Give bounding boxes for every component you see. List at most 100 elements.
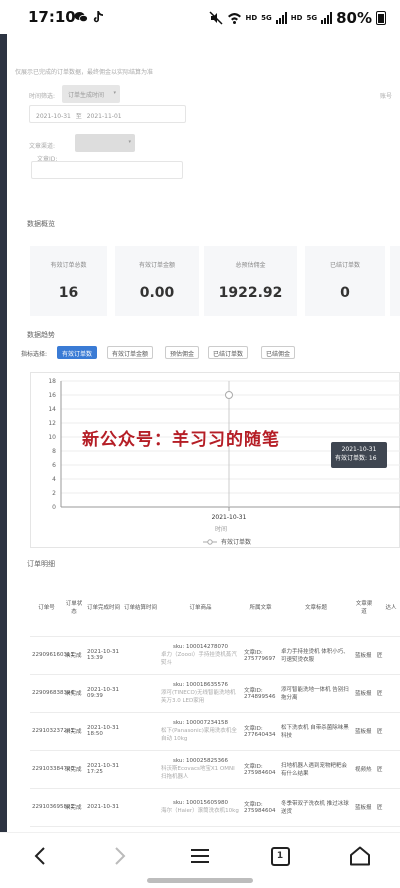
header-complete-time: 订单完成时间 xyxy=(85,578,122,637)
order-product-product: 松下(Panasonic)家用洗衣机全自动 10kg xyxy=(161,728,237,742)
order-channel: 蓝板报 xyxy=(353,788,375,827)
order-talent: 匠 xyxy=(375,788,400,827)
order-status-status: 未完成 xyxy=(65,767,82,773)
metric-button-settled-orders[interactable]: 已结订单数 xyxy=(208,346,249,359)
orders-table: 订单号 订单状态 订单完成时间 订单结算时间 订单商品 所属文章 文章标题 文章… xyxy=(30,578,400,827)
order-complete-time: 2021-10-31 09:39 xyxy=(85,674,122,713)
watermark: 新公众号：羊习习的随笔 xyxy=(82,430,280,450)
metric-label: 指标选择: xyxy=(21,351,48,358)
tiktok-icon xyxy=(93,11,103,23)
chart-tooltip: 2021-10-31 有效订单数: 16 xyxy=(331,442,387,468)
order-settle-time xyxy=(122,712,159,751)
date-range-picker[interactable]: 2021-10-31 至 2021-11-01 xyxy=(29,105,186,123)
order-number-order-no: 229103237241 xyxy=(32,728,74,734)
metric-button-settled-commission[interactable]: 已结佣金 xyxy=(261,346,296,359)
order-product: sku: 100007234158 松下(Panasonic)家用洗衣机全自动 1… xyxy=(159,712,242,751)
channel-select[interactable]: ▾ xyxy=(75,134,135,152)
order-channel: 蓝板报 xyxy=(353,674,375,713)
order-product: sku: 100015605980 海尔（Haier）滚筒洗衣机10kg xyxy=(159,788,242,827)
order-channel-channel: 蓝板报 xyxy=(355,691,372,697)
header-channel: 文章渠道 xyxy=(353,578,375,637)
order-channel: 视频热 xyxy=(353,750,375,789)
order-article-id: 文章ID: 277640434 xyxy=(242,712,279,751)
order-talent-talent: 匠 xyxy=(377,653,383,659)
order-article-id-article-id: 文章ID: 275984604 xyxy=(244,802,276,814)
web-page: 仅展示已完成的订单数据，最终佣金以实际结算为准 时间筛选: 订单生成时间 ▾ 2… xyxy=(0,34,400,832)
order-status: 未完成 xyxy=(63,674,85,713)
time-type-value: 订单生成时间 xyxy=(68,92,105,99)
metric-button-commission[interactable]: 预估佣金 xyxy=(165,346,200,359)
y-tick-label: 8 xyxy=(52,448,56,455)
order-article-id-article-id: 文章ID: 275984604 xyxy=(244,764,276,776)
metric-button-orders[interactable]: 有效订单数 xyxy=(57,346,98,359)
order-article-title-article-title: 卓力手持挂烫机 体积小巧、可速熨烫衣服 xyxy=(281,649,349,663)
wechat-icon xyxy=(74,12,88,23)
card-label: 有效订单金额 xyxy=(138,262,175,269)
order-product-product: 海尔（Haier）滚筒洗衣机10kg xyxy=(161,808,239,814)
card-value: 0 xyxy=(340,285,350,301)
order-talent: 匠 xyxy=(375,674,400,713)
order-status: 未完成 xyxy=(63,750,85,789)
order-talent: 匠 xyxy=(375,636,400,675)
card-value: 1922.92 xyxy=(218,285,283,301)
tabs-button[interactable]: 1 xyxy=(250,833,310,879)
menu-button[interactable] xyxy=(170,833,230,879)
home-button[interactable] xyxy=(330,833,390,879)
order-talent: 匠 xyxy=(375,712,400,751)
data-point[interactable] xyxy=(225,391,233,399)
order-channel: 蓝板报 xyxy=(353,636,375,675)
back-button[interactable] xyxy=(10,833,70,879)
order-article-id: 文章ID: 275984604 xyxy=(242,788,279,827)
order-complete-time-time: 18:50 xyxy=(87,731,103,737)
order-number: 229103384720 xyxy=(30,750,74,789)
order-talent-talent: 匠 xyxy=(377,691,383,697)
order-product: sku: 100025825366 科沃斯Ecovacs地宝X1 OMNI扫拖机器… xyxy=(159,750,242,789)
card-label: 有效订单总数 xyxy=(50,262,87,269)
order-article-title: 冬季带双子洗衣机 推过冰球送货 xyxy=(279,788,353,827)
tab-count: 1 xyxy=(270,846,290,866)
battery-percent: 80% xyxy=(336,9,372,27)
time-type-select[interactable]: 订单生成时间 ▾ xyxy=(62,85,120,103)
header-article: 所属文章 xyxy=(242,578,279,637)
article-id-input[interactable] xyxy=(31,161,183,179)
order-status-status: 未完成 xyxy=(65,729,82,735)
header-order-no: 订单号 xyxy=(30,578,63,637)
x-axis-label: 时间 xyxy=(215,525,227,533)
data-note: 仅展示已完成的订单数据，最终佣金以实际结算为准 xyxy=(15,69,154,76)
legend-swatch-marker xyxy=(207,539,213,545)
order-product-product: 卓力（Zoooi）手持挂烫机蒸汽熨斗 xyxy=(161,652,237,666)
order-product: sku: 100018635576 添可(TINECO)无线智能洗地机芙万3.0 … xyxy=(159,674,242,713)
overview-card-partial xyxy=(390,246,400,316)
table-row: 229096160311 未完成 2021-10-31 13:39 sku: 10001… xyxy=(30,636,400,675)
order-complete-time-date: 2021-10-31 xyxy=(87,804,119,810)
order-number-order-no: 229096160311 xyxy=(32,652,74,658)
network-5g-2: 5G xyxy=(306,14,318,22)
order-number: 229096160311 xyxy=(30,636,74,675)
order-article-id-article-id: 文章ID: 274899546 xyxy=(244,688,276,700)
order-channel-channel: 蓝板报 xyxy=(355,729,372,735)
order-product-product: 添可(TINECO)无线智能洗地机芙万3.0 LED家用 xyxy=(161,690,236,704)
order-number: 229103695822 xyxy=(30,788,74,827)
order-product: sku: 100014278070 卓力（Zoooi）手持挂烫机蒸汽熨斗 xyxy=(159,636,242,675)
page-content: 仅展示已完成的订单数据，最终佣金以实际结算为准 时间筛选: 订单生成时间 ▾ 2… xyxy=(7,34,400,832)
order-article-id: 文章ID: 275984604 xyxy=(242,750,279,789)
forward-button[interactable] xyxy=(90,833,150,879)
metric-button-amount[interactable]: 有效订单金额 xyxy=(107,346,154,359)
order-product-product: 科沃斯Ecovacs地宝X1 OMNI扫拖机器人 xyxy=(161,766,235,780)
order-complete-time: 2021-10-31 17:25 xyxy=(85,750,122,789)
order-complete-time-time: 09:39 xyxy=(87,693,103,699)
menu-icon xyxy=(191,849,209,863)
tooltip-text: 有效订单数: 16 xyxy=(335,455,377,462)
order-channel: 蓝板报 xyxy=(353,712,375,751)
network-hd-2: HD xyxy=(290,14,303,22)
x-tick-label: 2021-10-31 xyxy=(212,514,247,521)
order-complete-time-time: 13:39 xyxy=(87,655,103,661)
order-status: 未完成 xyxy=(63,788,85,827)
signal-icon xyxy=(321,12,333,24)
home-icon xyxy=(350,846,370,866)
card-value: 16 xyxy=(58,285,79,301)
signal-icon xyxy=(275,12,287,24)
mute-icon xyxy=(208,11,223,25)
order-complete-time: 2021-10-31 xyxy=(85,788,122,827)
order-article-title-article-title: 扫地机器人遇到宠物粑粑会有什么结果 xyxy=(281,763,348,777)
